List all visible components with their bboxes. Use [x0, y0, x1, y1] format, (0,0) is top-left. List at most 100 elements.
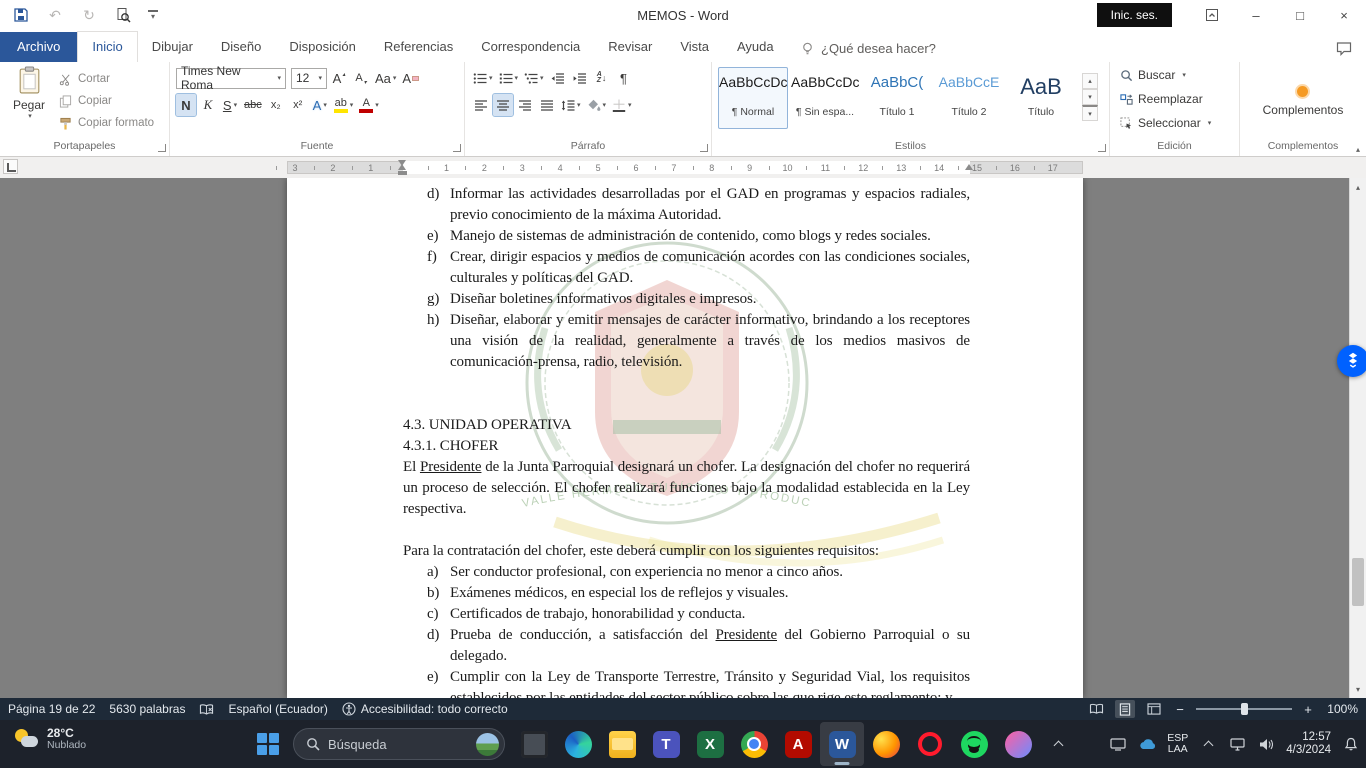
- onedrive-icon[interactable]: [1138, 732, 1156, 756]
- clear-formatting-button[interactable]: A: [400, 67, 421, 89]
- cut-button[interactable]: Cortar: [58, 68, 154, 90]
- ribbon-display-options-icon[interactable]: [1190, 0, 1234, 30]
- clock[interactable]: 12:574/3/2024: [1286, 731, 1331, 757]
- search-box[interactable]: Búsqueda: [293, 728, 505, 760]
- text-effects-button[interactable]: A▾: [310, 94, 330, 116]
- ribbon-tab[interactable]: Inicio: [77, 31, 137, 62]
- signin-button[interactable]: Inic. ses.: [1097, 3, 1172, 27]
- decrease-indent-button[interactable]: [548, 67, 568, 89]
- close-button[interactable]: ×: [1322, 0, 1366, 30]
- justify-button[interactable]: [537, 94, 557, 116]
- zoom-slider[interactable]: [1196, 708, 1292, 710]
- change-case-button[interactable]: Aa▾: [373, 67, 398, 89]
- zoom-out-button[interactable]: −: [1173, 702, 1187, 717]
- taskbar-app[interactable]: [556, 722, 600, 766]
- maximize-button[interactable]: □: [1278, 0, 1322, 30]
- taskbar-app[interactable]: [820, 722, 864, 766]
- addins-button[interactable]: Complementos: [1263, 86, 1344, 117]
- comment-icon[interactable]: [1336, 41, 1352, 56]
- dialog-launcher-icon[interactable]: [1098, 144, 1106, 152]
- word-count[interactable]: 5630 palabras: [109, 702, 185, 716]
- shrink-font-button[interactable]: A▾: [351, 67, 371, 89]
- shading-button[interactable]: ▾: [585, 94, 609, 116]
- sort-button[interactable]: AZ↓: [592, 67, 612, 89]
- document-text[interactable]: d)Informar las actividades desarrolladas…: [403, 178, 970, 698]
- superscript-button[interactable]: x²: [288, 94, 308, 116]
- print-layout-button[interactable]: [1115, 700, 1135, 718]
- align-left-button[interactable]: [471, 94, 491, 116]
- dialog-launcher-icon[interactable]: [158, 144, 166, 152]
- ribbon-tab[interactable]: Ayuda: [723, 32, 788, 62]
- indent-marker-right[interactable]: [965, 164, 973, 170]
- ribbon-tab[interactable]: Vista: [666, 32, 723, 62]
- scroll-thumb[interactable]: [1352, 558, 1364, 606]
- taskbar-overflow-chevron[interactable]: [1047, 724, 1069, 764]
- zoom-in-button[interactable]: +: [1301, 702, 1315, 717]
- hidden-icons-button[interactable]: [1199, 732, 1217, 756]
- weather-widget[interactable]: 28°CNublado: [6, 724, 94, 754]
- document-page[interactable]: VALLE HERMOSO TURÍSTICO Y PRODUCTIVO d)I…: [287, 178, 1083, 698]
- style-card[interactable]: AaBbCcE Título 2: [934, 67, 1004, 129]
- dropbox-badge[interactable]: [1337, 345, 1366, 377]
- zoom-level[interactable]: 100%: [1324, 702, 1358, 716]
- find-button[interactable]: Buscar▾: [1110, 64, 1239, 86]
- ribbon-tab[interactable]: Revisar: [594, 32, 666, 62]
- read-mode-button[interactable]: [1086, 700, 1106, 718]
- ribbon-tab[interactable]: Correspondencia: [467, 32, 594, 62]
- align-right-button[interactable]: [515, 94, 535, 116]
- accessibility-status[interactable]: Accesibilidad: todo correcto: [342, 702, 508, 716]
- volume-icon[interactable]: [1257, 732, 1275, 756]
- qat-customize-button[interactable]: ▾: [148, 10, 158, 20]
- copy-button[interactable]: Copiar: [58, 90, 154, 112]
- taskbar-app[interactable]: [952, 722, 996, 766]
- scroll-down-button[interactable]: ▾: [1350, 681, 1366, 697]
- ribbon-tab[interactable]: Disposición: [275, 32, 369, 62]
- bold-button[interactable]: N: [176, 94, 196, 116]
- language-indicator[interactable]: ESPLAA: [1167, 733, 1188, 755]
- search-image-thumbnail[interactable]: [476, 733, 499, 756]
- taskbar-app[interactable]: [512, 722, 556, 766]
- taskbar-app[interactable]: [864, 722, 908, 766]
- save-button[interactable]: [12, 6, 30, 24]
- minimize-button[interactable]: –: [1234, 0, 1278, 30]
- styles-scroll-up-button[interactable]: ▴: [1082, 73, 1098, 89]
- tell-me-search[interactable]: ¿Qué desea hacer?: [800, 41, 936, 56]
- align-center-button[interactable]: [493, 94, 513, 116]
- taskbar-app[interactable]: [908, 722, 952, 766]
- page-indicator[interactable]: Página 19 de 22: [8, 702, 95, 716]
- proofing-icon[interactable]: [199, 703, 214, 716]
- paste-button[interactable]: Pegar ▾: [6, 66, 52, 136]
- dialog-launcher-icon[interactable]: [453, 144, 461, 152]
- taskbar-app[interactable]: [732, 722, 776, 766]
- notification-bell-icon[interactable]: [1342, 732, 1360, 756]
- vertical-scrollbar[interactable]: ▴ ▾: [1349, 178, 1366, 698]
- ribbon-tab[interactable]: Archivo: [0, 32, 77, 62]
- replace-button[interactable]: Reemplazar: [1110, 88, 1239, 110]
- indent-marker-hanging[interactable]: [398, 164, 406, 170]
- taskbar-app[interactable]: [776, 722, 820, 766]
- borders-button[interactable]: ▾: [610, 94, 634, 116]
- select-button[interactable]: Seleccionar▾: [1110, 112, 1239, 134]
- dialog-launcher-icon[interactable]: [700, 144, 708, 152]
- font-family-select[interactable]: Times New Roma▾: [176, 68, 286, 89]
- indent-marker-left[interactable]: [398, 171, 407, 175]
- document-canvas[interactable]: VALLE HERMOSO TURÍSTICO Y PRODUCTIVO d)I…: [0, 178, 1366, 698]
- italic-button[interactable]: K: [198, 94, 218, 116]
- strikethrough-button[interactable]: abc: [242, 94, 264, 116]
- style-card[interactable]: AaB Título: [1006, 67, 1076, 129]
- collapse-ribbon-button[interactable]: ▴: [1356, 145, 1360, 154]
- multilevel-list-button[interactable]: ▾: [522, 67, 546, 89]
- grow-font-button[interactable]: A▴: [329, 67, 349, 89]
- ribbon-tab[interactable]: Referencias: [370, 32, 467, 62]
- undo-icon[interactable]: ↶: [46, 6, 64, 24]
- font-size-select[interactable]: 12▾: [291, 68, 327, 89]
- taskbar-app[interactable]: [688, 722, 732, 766]
- style-card[interactable]: AaBbC( Título 1: [862, 67, 932, 129]
- styles-scroll-down-button[interactable]: ▾: [1082, 89, 1098, 105]
- bullets-button[interactable]: ▾: [471, 67, 495, 89]
- redo-icon[interactable]: ↻: [80, 6, 98, 24]
- cast-icon[interactable]: [1109, 732, 1127, 756]
- language-indicator[interactable]: Español (Ecuador): [228, 702, 327, 716]
- ribbon-tab[interactable]: Diseño: [207, 32, 275, 62]
- web-layout-button[interactable]: [1144, 700, 1164, 718]
